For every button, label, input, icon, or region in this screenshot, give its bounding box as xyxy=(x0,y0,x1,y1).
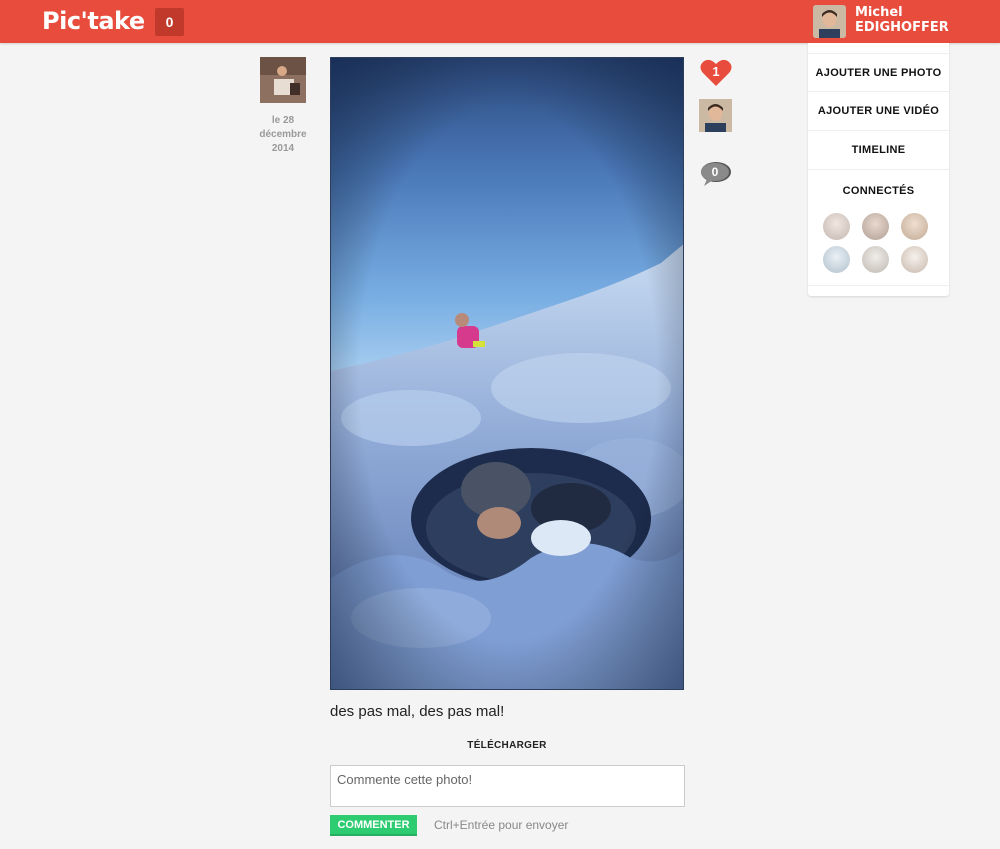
user-avatar[interactable] xyxy=(813,5,846,38)
post-date-line: 2014 xyxy=(271,143,295,154)
connected-user-avatar[interactable] xyxy=(823,246,850,273)
user-last-name: EDIGHOFFER xyxy=(855,20,949,35)
comment-input[interactable] xyxy=(330,765,685,807)
user-first-name: Michel xyxy=(855,5,903,20)
top-navbar: Pic'take 0 Michel EDIGHOFFER xyxy=(0,0,1000,43)
sidebar-item-add-photo[interactable]: AJOUTER UNE PHOTO xyxy=(808,53,949,91)
download-link[interactable]: TÉLÉCHARGER xyxy=(330,740,684,751)
connected-user-avatar[interactable] xyxy=(901,213,928,240)
divider xyxy=(808,285,949,286)
like-count: 1 xyxy=(712,64,720,79)
comment-hint: Ctrl+Entrée pour envoyer xyxy=(434,818,569,832)
sidebar-menu: AJOUTER UNE PHOTO AJOUTER UNE VIDÉO TIME… xyxy=(808,43,949,296)
post-date-line: le 28 xyxy=(271,115,295,126)
author-avatar[interactable] xyxy=(260,57,306,103)
comment-count: 0 xyxy=(711,165,719,179)
connected-user-avatar[interactable] xyxy=(901,246,928,273)
post-date: le 28 décembre 2014 xyxy=(252,114,314,156)
comment-button[interactable]: COMMENTER xyxy=(330,815,417,836)
connected-user-avatar[interactable] xyxy=(862,213,889,240)
post-caption: des pas mal, des pas mal! xyxy=(330,703,505,720)
post-date-line: décembre xyxy=(259,129,307,140)
connected-title: CONNECTÉS xyxy=(842,185,915,197)
post-photo[interactable] xyxy=(330,57,684,690)
brand-logo[interactable]: Pic'take xyxy=(42,7,145,35)
connected-user-avatar[interactable] xyxy=(862,246,889,273)
sidebar-item-timeline[interactable]: TIMELINE xyxy=(808,130,949,168)
liker-avatar[interactable] xyxy=(699,99,732,132)
user-name[interactable]: Michel EDIGHOFFER xyxy=(855,5,949,35)
sidebar-item-add-video[interactable]: AJOUTER UNE VIDÉO xyxy=(808,91,949,129)
divider xyxy=(808,169,949,170)
notification-badge[interactable]: 0 xyxy=(155,8,184,36)
connected-user-avatar[interactable] xyxy=(823,213,850,240)
